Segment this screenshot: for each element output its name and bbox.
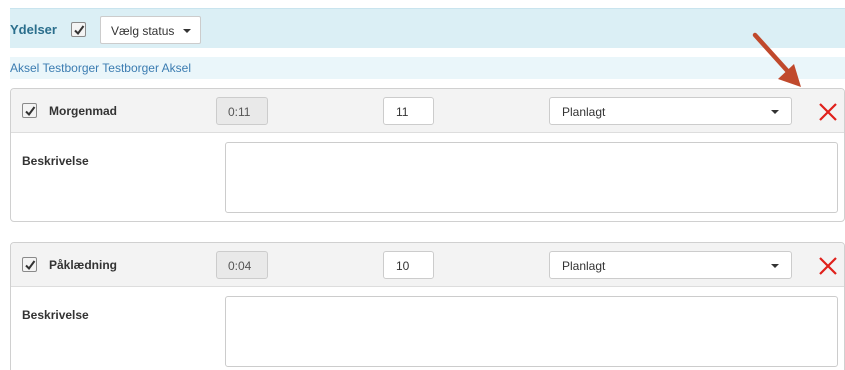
citizen-bar: Aksel Testborger Testborger Aksel <box>10 57 845 79</box>
close-icon[interactable] <box>817 101 839 123</box>
duration-field: 0:04 <box>216 251 268 279</box>
quantity-input[interactable]: 10 <box>383 251 434 279</box>
quantity-value: 11 <box>396 105 409 119</box>
status-dropdown-label: Vælg status <box>111 24 175 38</box>
checkmark-icon <box>74 25 85 36</box>
services-title: Ydelser <box>10 22 57 37</box>
service-status-select[interactable]: Planlagt <box>549 97 792 125</box>
caret-down-icon <box>771 110 779 114</box>
service-panel-paaklaedning: Påklædning 0:04 10 Planlagt Beskrivelse <box>10 242 845 370</box>
duration-value: 0:04 <box>228 259 252 273</box>
service-status-select[interactable]: Planlagt <box>549 251 792 279</box>
checkmark-icon <box>25 106 36 117</box>
close-icon[interactable] <box>817 255 839 277</box>
service-name: Påklædning <box>49 258 118 272</box>
service-name: Morgenmad <box>49 104 118 118</box>
duration-field: 0:11 <box>216 97 268 125</box>
quantity-input[interactable]: 11 <box>383 97 434 125</box>
service-panel-header: Morgenmad 0:11 11 Planlagt <box>11 89 844 133</box>
service-panel-header: Påklædning 0:04 10 Planlagt <box>11 243 844 287</box>
duration-value: 0:11 <box>228 105 251 119</box>
status-dropdown[interactable]: Vælg status <box>100 16 201 44</box>
service-checkbox[interactable] <box>22 257 37 272</box>
description-label: Beskrivelse <box>22 154 89 168</box>
citizen-name-link[interactable]: Aksel Testborger Testborger Aksel <box>10 61 191 75</box>
service-panel-morgenmad: Morgenmad 0:11 11 Planlagt Beskrivelse <box>10 88 845 222</box>
service-checkbox[interactable] <box>22 103 37 118</box>
quantity-value: 10 <box>396 259 410 273</box>
caret-down-icon <box>183 29 191 33</box>
service-status-value: Planlagt <box>562 105 606 119</box>
select-all-checkbox[interactable] <box>71 22 86 37</box>
description-textarea[interactable] <box>225 296 838 367</box>
checkmark-icon <box>25 260 36 271</box>
services-header: Ydelser Vælg status <box>10 8 845 48</box>
service-status-value: Planlagt <box>562 259 606 273</box>
caret-down-icon <box>771 264 779 268</box>
description-textarea[interactable] <box>225 142 838 213</box>
description-label: Beskrivelse <box>22 308 89 322</box>
